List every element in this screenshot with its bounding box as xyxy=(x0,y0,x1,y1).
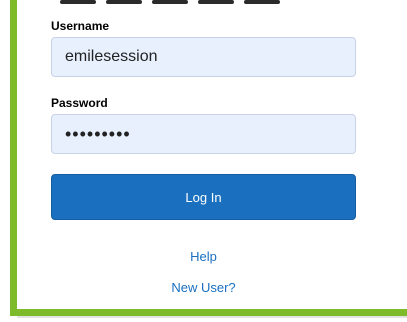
password-input[interactable] xyxy=(51,114,356,154)
frame-left-border xyxy=(10,0,17,316)
help-link[interactable]: Help xyxy=(51,249,356,264)
login-page: Username Password Log In Help New User? xyxy=(0,0,407,322)
frame-bottom-border xyxy=(10,309,407,316)
password-label: Password xyxy=(51,96,108,110)
clipped-heading-text xyxy=(60,0,360,5)
login-button[interactable]: Log In xyxy=(51,174,356,220)
new-user-link[interactable]: New User? xyxy=(51,280,356,295)
username-input[interactable] xyxy=(51,37,356,77)
frame-shadow xyxy=(17,316,407,318)
username-label: Username xyxy=(51,19,110,33)
